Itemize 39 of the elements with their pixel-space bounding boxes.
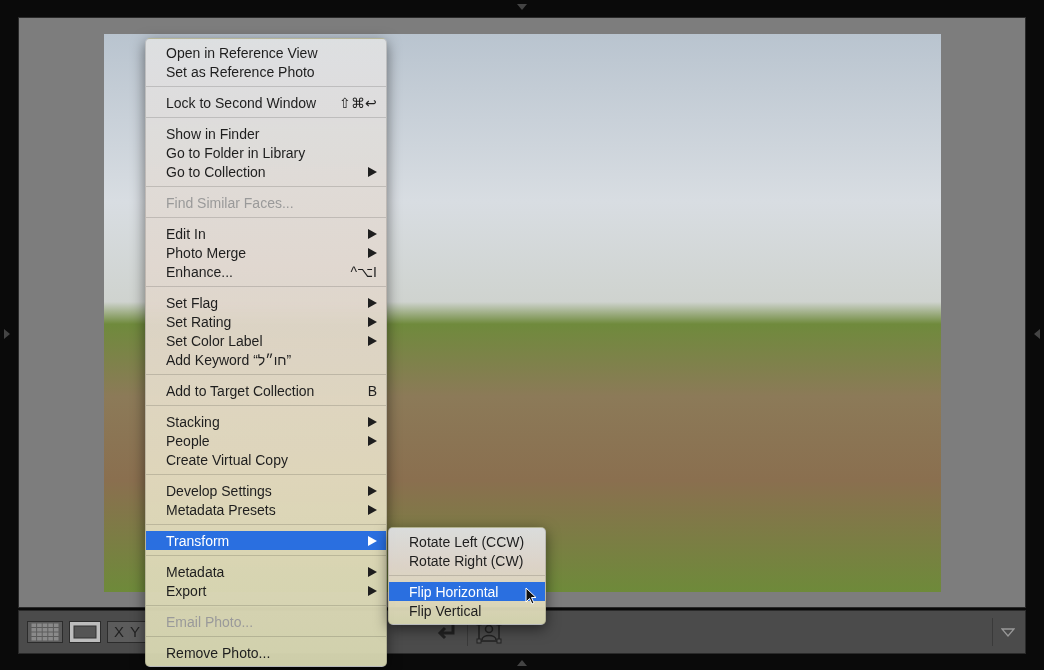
menu-item[interactable]: Photo Merge (146, 243, 386, 262)
menu-item[interactable]: Go to Collection (146, 162, 386, 181)
loupe-view-button[interactable] (69, 621, 101, 643)
menu-item[interactable]: Stacking (146, 412, 386, 431)
menu-item[interactable]: Metadata (146, 562, 386, 581)
panel-toggle-icon[interactable] (517, 660, 527, 666)
menu-item[interactable]: Lock to Second Window ⇧⌘↩ (146, 93, 386, 112)
menu-item[interactable]: Edit In (146, 224, 386, 243)
menu-item[interactable]: Go to Folder in Library (146, 143, 386, 162)
menu-item[interactable]: Open in Reference View (146, 43, 386, 62)
menu-item[interactable]: People (146, 431, 386, 450)
menu-item[interactable]: Metadata Presets (146, 500, 386, 519)
compare-label: X (113, 622, 125, 642)
menu-item[interactable]: Set Rating (146, 312, 386, 331)
menu-item[interactable]: Add Keyword “חו״ל” (146, 350, 386, 369)
cursor-icon (525, 587, 537, 605)
menu-item[interactable]: Flip Horizontal (389, 582, 545, 601)
menu-item[interactable]: Create Virtual Copy (146, 450, 386, 469)
compare-label: Y (129, 622, 141, 642)
menu-item[interactable]: Set Flag (146, 293, 386, 312)
menu-item[interactable]: Transform (146, 531, 386, 550)
menu-item[interactable]: Enhance... ^⌥I (146, 262, 386, 281)
menu-item[interactable]: Remove Photo... (146, 643, 386, 662)
menu-item[interactable]: Rotate Left (CCW) (389, 532, 545, 551)
menu-item[interactable]: Develop Settings (146, 481, 386, 500)
menu-item[interactable]: Flip Vertical (389, 601, 545, 620)
loupe-icon (73, 625, 97, 639)
menu-item[interactable]: Add to Target Collection B (146, 381, 386, 400)
panel-toggle-icon[interactable] (4, 329, 10, 339)
menu-item[interactable]: Export (146, 581, 386, 600)
menu-item[interactable]: Show in Finder (146, 124, 386, 143)
menu-item[interactable]: Set Color Label (146, 331, 386, 350)
panel-toggle-icon[interactable] (1034, 329, 1040, 339)
menu-item[interactable]: Set as Reference Photo (146, 62, 386, 81)
menu-item[interactable]: Rotate Right (CW) (389, 551, 545, 570)
panel-toggle-icon[interactable] (517, 4, 527, 10)
grid-icon (31, 623, 59, 641)
dropdown-icon[interactable] (999, 625, 1017, 639)
grid-view-button[interactable] (27, 621, 63, 643)
